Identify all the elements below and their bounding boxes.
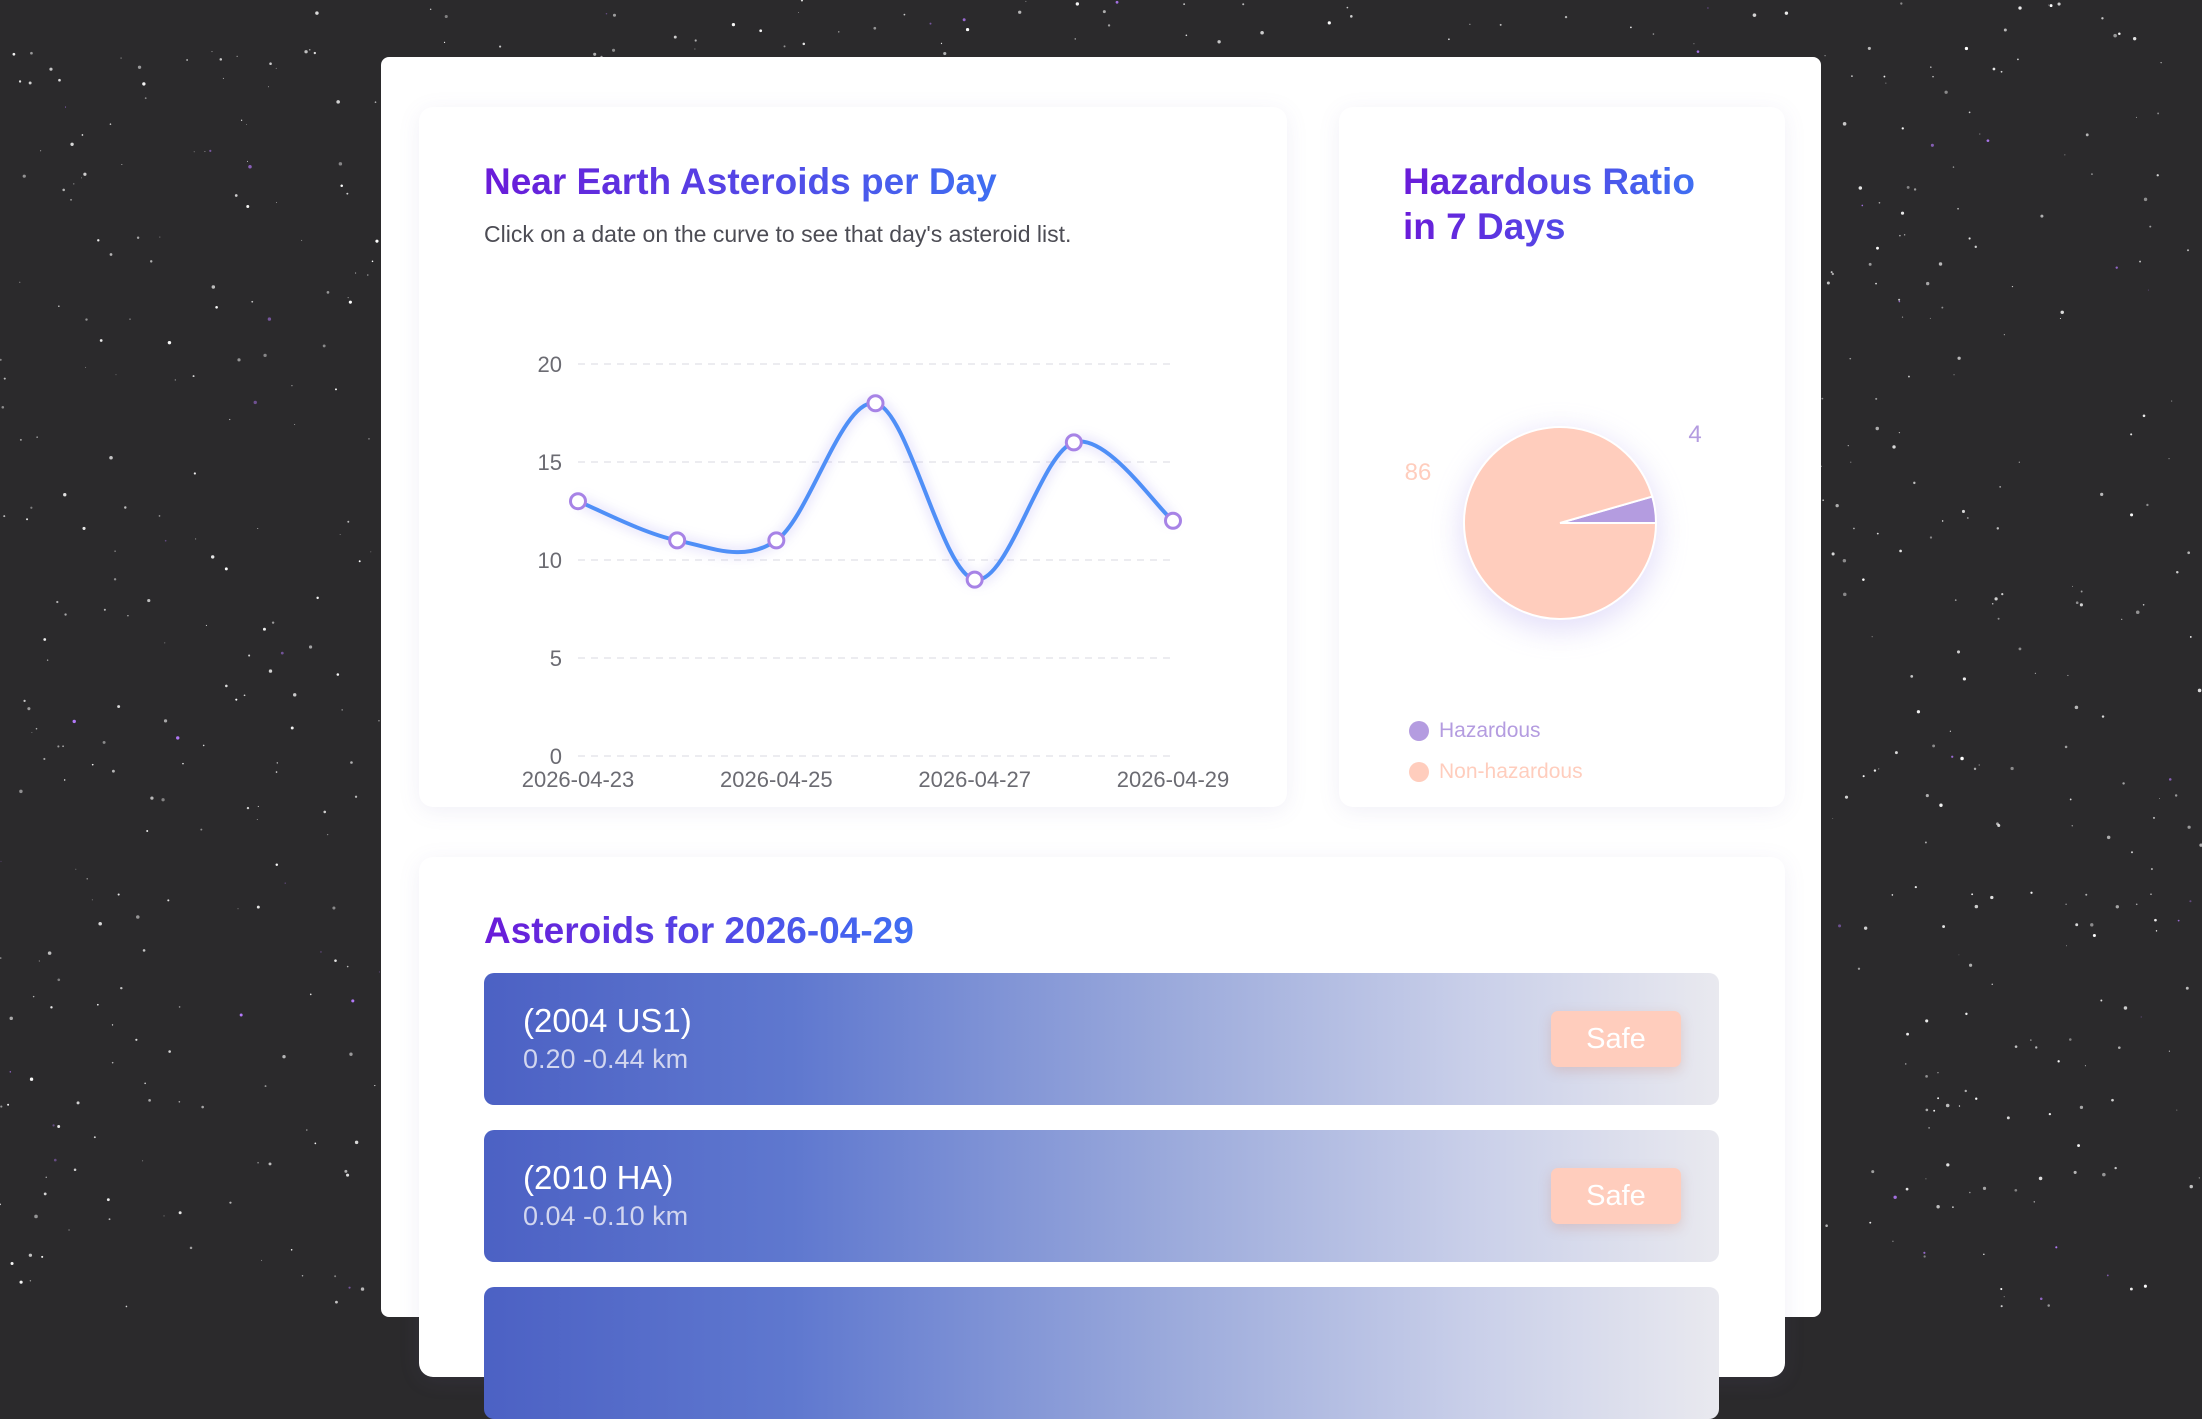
dashboard-panel: Near Earth Asteroids per Day Click on a … xyxy=(381,57,1821,1419)
x-tick-label: 2026-04-27 xyxy=(918,767,1031,792)
asteroid-row[interactable]: (2004 US1) 0.20 -0.44 km Safe xyxy=(484,973,1719,1105)
hazardous-value-label: 4 xyxy=(1688,421,1701,448)
legend-non-hazardous-label: Non-hazardous xyxy=(1439,760,1583,783)
hazardous-pie-chart[interactable]: 4 86 xyxy=(1339,107,1785,807)
legend-non-hazardous[interactable]: Non-hazardous xyxy=(1409,760,1583,784)
asteroids-line-chart[interactable]: 0 5 10 15 20 2026-04-23 2026-04-25 2026-04-27 20… xyxy=(419,107,1287,807)
y-tick-label: 20 xyxy=(538,352,562,377)
data-point[interactable] xyxy=(767,531,786,550)
y-tick-label: 15 xyxy=(538,450,562,475)
asteroid-row[interactable]: (2010 HA) 0.04 -0.10 km Safe xyxy=(484,1130,1719,1262)
asteroid-name: (2004 US1) xyxy=(523,1002,692,1039)
data-point[interactable] xyxy=(668,531,687,550)
asteroid-size: 0.04 -0.10 km xyxy=(523,1201,689,1231)
data-point[interactable] xyxy=(1164,511,1182,530)
hazardous-swatch xyxy=(1409,721,1429,741)
status-badge: Safe xyxy=(1551,1168,1681,1224)
asteroid-size: 0.20 -0.44 km xyxy=(523,1044,689,1074)
y-tick-label: 10 xyxy=(538,548,562,573)
hazardous-ratio-card: Hazardous Ratio in 7 Days 4 86 Hazardous … xyxy=(1339,107,1785,807)
data-point[interactable] xyxy=(1064,433,1083,452)
asteroid-list-card: Asteroids for 2026-04-29 (2004 US1) 0.20… xyxy=(419,857,1785,1419)
status-badge: Safe xyxy=(1551,1011,1681,1067)
asteroids-per-day-card: Near Earth Asteroids per Day Click on a … xyxy=(419,107,1287,807)
x-tick-label: 2026-04-29 xyxy=(1117,767,1230,792)
y-tick-label: 5 xyxy=(550,646,562,671)
y-tick-label: 0 xyxy=(550,744,562,769)
pie-slice-non-hazardous[interactable] xyxy=(1463,426,1658,620)
series-line xyxy=(577,401,1175,582)
data-point[interactable] xyxy=(965,570,984,589)
asteroid-list-title: Asteroids for 2026-04-29 xyxy=(484,910,914,951)
asteroid-name: (2010 HA) xyxy=(523,1159,674,1196)
x-tick-label: 2026-04-23 xyxy=(522,767,635,792)
non-hazardous-value-label: 86 xyxy=(1405,459,1432,486)
data-point[interactable] xyxy=(866,394,885,413)
x-tick-label: 2026-04-25 xyxy=(720,767,833,792)
asteroid-row[interactable] xyxy=(484,1287,1719,1419)
non-hazardous-swatch xyxy=(1409,762,1429,782)
data-point[interactable] xyxy=(569,492,587,511)
line-glow xyxy=(576,399,1176,584)
legend-hazardous-label: Hazardous xyxy=(1439,719,1541,742)
legend-hazardous[interactable]: Hazardous xyxy=(1409,719,1541,743)
